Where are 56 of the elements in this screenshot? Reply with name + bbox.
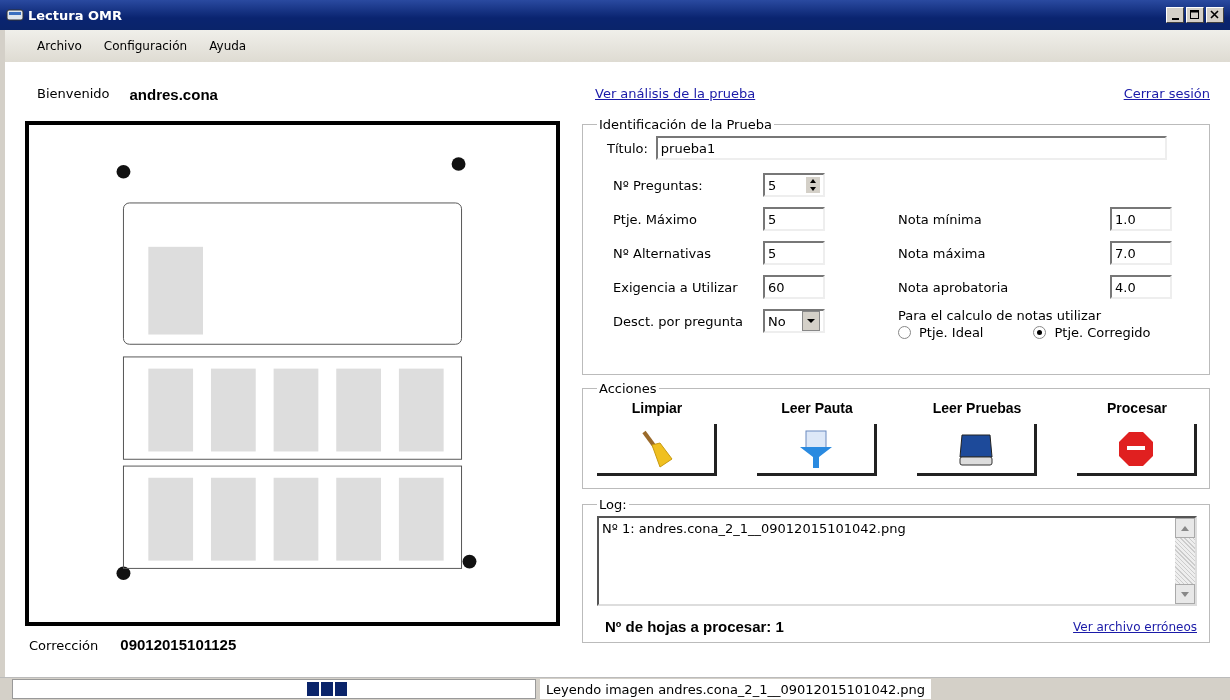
minimize-icon — [1171, 17, 1179, 20]
menu-item[interactable]: Ayuda — [209, 39, 247, 53]
action-label: Limpiar — [631, 400, 683, 416]
input-field[interactable]: 7.0 — [1110, 241, 1172, 265]
stop-sign-icon — [1117, 430, 1154, 467]
menu-item[interactable]: Archivo — [37, 39, 82, 53]
dropdown-field[interactable]: No — [763, 309, 825, 333]
radio-option[interactable]: Ptje. Ideal — [898, 325, 984, 340]
field-label: Nota máxima — [898, 245, 987, 261]
field-label: Nota mínima — [898, 211, 983, 227]
correction-value: 09012015101125 — [120, 636, 237, 653]
scanner-icon — [6, 7, 24, 23]
sheet-count: Nº de hojas a procesar: 1 — [605, 618, 784, 635]
group-legend: Acciones — [597, 381, 659, 396]
radio-button[interactable] — [898, 326, 911, 339]
title-field[interactable]: prueba1 — [655, 136, 1167, 160]
error-files-link[interactable]: Ver archivo erróneos — [1073, 619, 1197, 634]
close-button[interactable] — [1206, 7, 1224, 23]
action-label: Leer Pauta — [781, 400, 853, 416]
field-label: Desct. por pregunta — [613, 313, 745, 329]
input-field[interactable]: 4.0 — [1110, 275, 1172, 299]
radio-option[interactable]: Ptje. Corregido — [1033, 325, 1151, 340]
down-arrow-icon — [1181, 591, 1189, 597]
analysis-link[interactable]: Ver análisis de la prueba — [595, 86, 756, 101]
field-label: Nota aprobatoria — [898, 279, 1010, 295]
field-label: Ptje. Máximo — [613, 211, 698, 227]
field-label: Nº Alternativas — [613, 245, 713, 261]
field-label: Nº Preguntas: — [613, 177, 704, 193]
caret-icon — [806, 318, 816, 324]
group-legend: Identificación de la Prueba — [597, 117, 774, 132]
input-field[interactable]: 5 — [763, 207, 825, 231]
radio-button[interactable] — [1033, 326, 1047, 339]
user-name: andres.cona — [129, 86, 218, 103]
input-field[interactable]: 5 — [763, 241, 825, 265]
title-label: Título: — [607, 140, 648, 156]
window-title: Lectura OMR — [28, 7, 122, 23]
spinner-field[interactable]: 5 — [763, 173, 825, 197]
action-label: Leer Pruebas — [932, 400, 1022, 416]
input-field[interactable]: 60 — [763, 275, 825, 299]
welcome-label: Bienvenido — [37, 86, 110, 103]
input-field[interactable]: 1.0 — [1110, 207, 1172, 231]
group-legend: Log: — [597, 497, 629, 512]
field-label: Exigencia a Utilizar — [613, 279, 739, 295]
calc-label: Para el calculo de notas utilizar — [898, 308, 1103, 323]
action-label: Procesar — [1107, 400, 1167, 416]
scroll-bar[interactable] — [1175, 518, 1195, 604]
close-icon — [1210, 10, 1220, 20]
menu-item[interactable]: Configuración — [103, 39, 188, 53]
logout-link[interactable]: Cerrar sesión — [1123, 86, 1210, 101]
log-entry: Nº 1: andres.cona_2_1__09012015101042.png — [602, 521, 907, 536]
status-message: Leyendo imagen andres.cona_2_1__09012015101042.png — [540, 679, 932, 699]
correction-label: Corrección — [29, 638, 99, 653]
maximize-icon — [1190, 10, 1200, 20]
up-arrow-icon — [1181, 525, 1189, 531]
maximize-button[interactable] — [1186, 7, 1204, 23]
minimize-button[interactable] — [1166, 7, 1184, 23]
